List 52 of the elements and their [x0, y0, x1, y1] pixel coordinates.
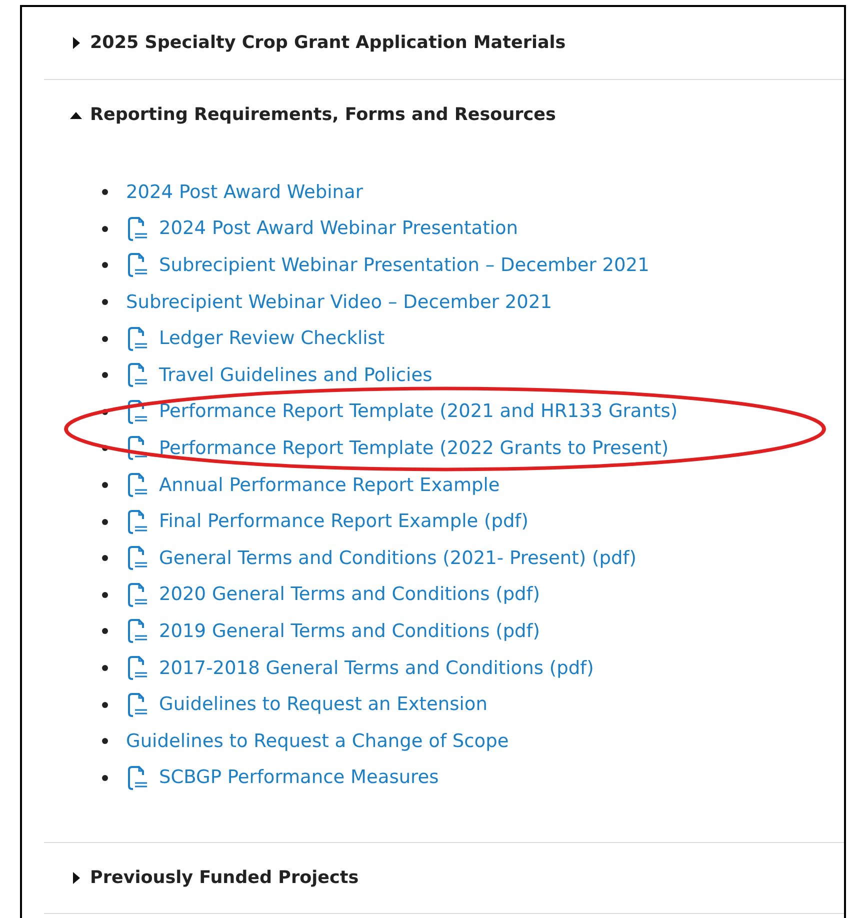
- bullet-icon: [102, 226, 108, 232]
- pdf-file-icon: [126, 363, 148, 388]
- document-link[interactable]: Guidelines to Request a Change of Scope: [126, 730, 509, 752]
- document-link[interactable]: Annual Performance Report Example: [159, 474, 500, 496]
- bullet-icon: [102, 336, 108, 342]
- document-link[interactable]: Performance Report Template (2021 and HR133 Grants): [159, 401, 678, 422]
- document-link[interactable]: Ledger Review Checklist: [159, 328, 385, 350]
- caret-right-icon: [72, 872, 80, 884]
- bullet-icon: [102, 774, 108, 781]
- document-link[interactable]: Final Performance Report Example (pdf): [159, 511, 528, 532]
- document-link[interactable]: Subrecipient Webinar Video – December 2021: [126, 292, 552, 313]
- document-link[interactable]: 2024 Post Award Webinar Presentation: [159, 218, 518, 240]
- bullet-icon: [102, 702, 108, 708]
- pdf-file-icon: [126, 766, 148, 790]
- bullet-icon: [102, 482, 108, 488]
- pdf-file-icon: [126, 216, 148, 241]
- pdf-file-icon: [126, 692, 148, 717]
- document-link[interactable]: 2017-2018 General Terms and Conditions (pdf): [159, 658, 594, 679]
- pdf-file-icon: [126, 400, 148, 424]
- pdf-file-icon: [126, 546, 148, 570]
- bullet-icon: [102, 372, 108, 378]
- document-link[interactable]: 2020 General Terms and Conditions (pdf): [159, 584, 540, 606]
- accordion-header[interactable]: Previously Funded Projects: [44, 843, 844, 914]
- bullet-icon: [102, 665, 108, 672]
- pdf-file-icon: [126, 253, 148, 278]
- document-link[interactable]: 2024 Post Award Webinar: [126, 182, 363, 203]
- document-link[interactable]: SCBGP Performance Measures: [159, 767, 439, 788]
- document-link[interactable]: 2019 General Terms and Conditions (pdf): [159, 620, 540, 642]
- bullet-icon: [102, 628, 108, 634]
- bullet-icon: [102, 592, 108, 598]
- bullet-icon: [102, 299, 108, 306]
- pdf-file-icon: [126, 510, 148, 534]
- bullet-icon: [102, 518, 108, 525]
- pdf-file-icon: [126, 436, 148, 460]
- bullet-icon: [102, 555, 108, 562]
- document-link[interactable]: Performance Report Template (2022 Grants to Present): [159, 438, 669, 459]
- pdf-file-icon: [126, 582, 148, 607]
- document-link[interactable]: Subrecipient Webinar Presentation – December 2021: [159, 254, 650, 276]
- pdf-file-icon: [126, 656, 148, 680]
- caret-right-icon: [72, 37, 80, 49]
- bullet-icon: [102, 738, 108, 744]
- accordion-header[interactable]: Reporting Requirements, Forms and Resources: [44, 80, 844, 150]
- document-link[interactable]: Guidelines to Request an Extension: [159, 694, 488, 716]
- accordion-header[interactable]: 2025 Specialty Crop Grant Application Materials: [44, 7, 844, 79]
- pdf-file-icon: [126, 326, 148, 351]
- caret-up-icon: [70, 111, 82, 119]
- document-link[interactable]: General Terms and Conditions (2021- Present) (pdf): [159, 548, 636, 569]
- bullet-icon: [102, 189, 108, 196]
- document-link[interactable]: Travel Guidelines and Policies: [159, 364, 432, 386]
- pdf-file-icon: [126, 473, 148, 498]
- pdf-file-icon: [126, 619, 148, 644]
- bullet-icon: [102, 262, 108, 268]
